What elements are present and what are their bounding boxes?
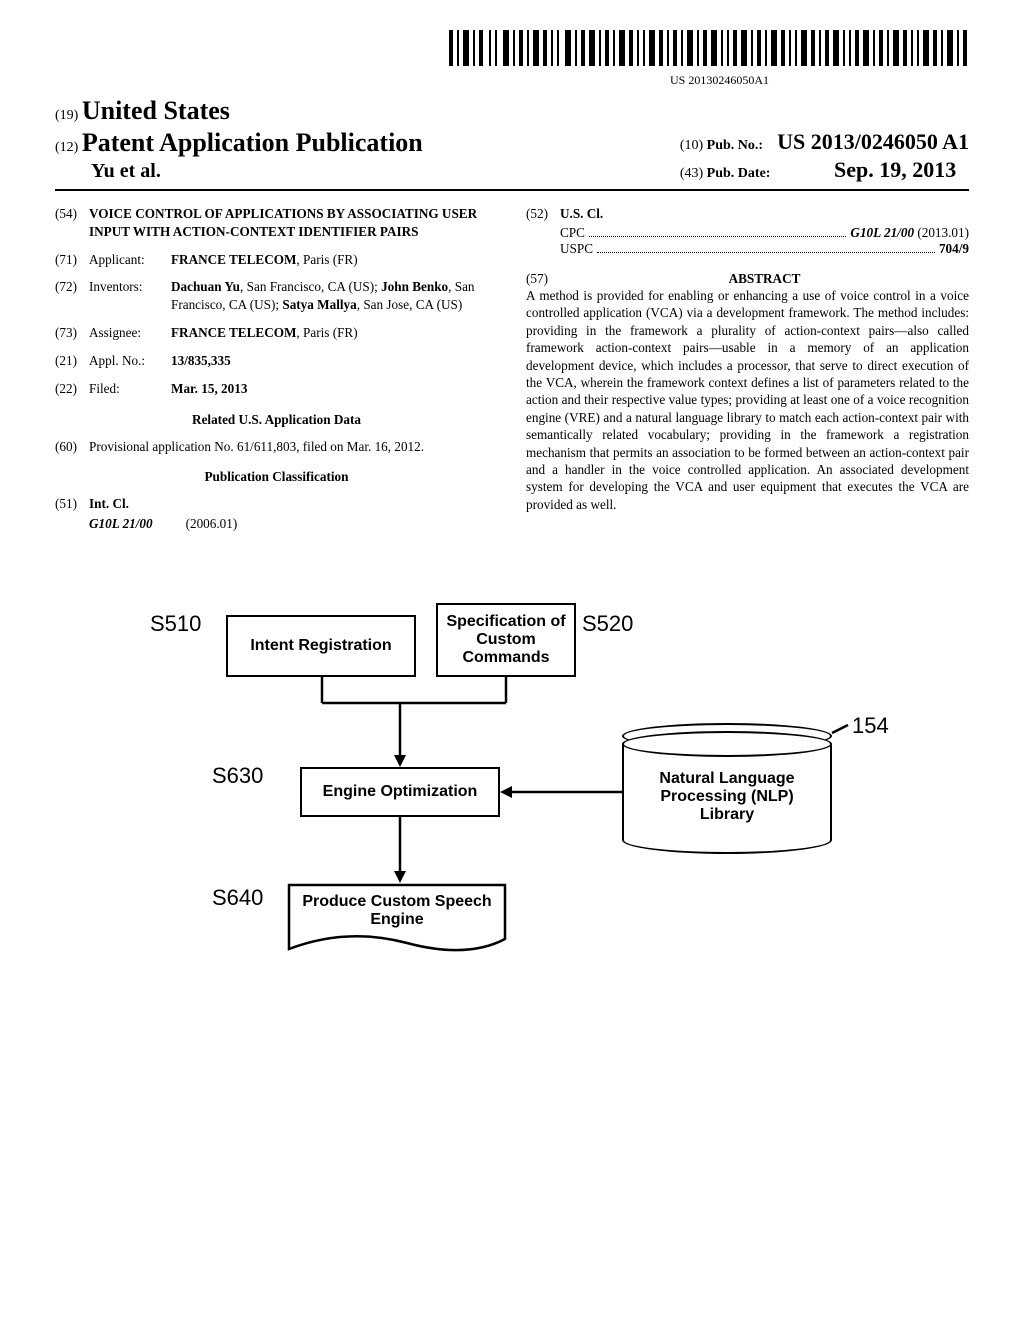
inventors-entry: (72) Inventors: Dachuan Yu, San Francisc… <box>55 278 498 314</box>
country: United States <box>82 96 230 125</box>
applicant-rest: , Paris (FR) <box>296 252 357 267</box>
filed-code: (22) <box>55 380 89 398</box>
uscl-entry: (52) U.S. Cl. <box>526 205 969 223</box>
applicant-entry: (71) Applicant: FRANCE TELECOM, Paris (F… <box>55 251 498 269</box>
dots-icon <box>589 236 846 237</box>
pubdate-label: Pub. Date: <box>707 166 771 181</box>
related-head: Related U.S. Application Data <box>55 412 498 428</box>
filed-entry: (22) Filed: Mar. 15, 2013 <box>55 380 498 398</box>
applno-label: Appl. No.: <box>89 352 171 370</box>
assignee-bold: FRANCE TELECOM <box>171 325 296 340</box>
abstract-head: ABSTRACT <box>560 271 969 287</box>
applicant-value: FRANCE TELECOM, Paris (FR) <box>171 251 498 269</box>
filed-label: Filed: <box>89 380 171 398</box>
header: (19) United States (12) Patent Applicati… <box>55 96 969 183</box>
intcl-date: (2006.01) <box>186 516 238 531</box>
pubno-value: US 2013/0246050 A1 <box>777 129 969 154</box>
header-authors: Yu et al. <box>91 160 423 183</box>
applno-value: 13/835,335 <box>171 352 498 370</box>
patent-page: US 20130246050A1 (19) United States (12)… <box>0 0 1024 1093</box>
header-rule <box>55 189 969 191</box>
cylinder-top-icon <box>622 731 832 757</box>
provisional-value: Provisional application No. 61/611,803, … <box>89 438 498 456</box>
pub-type: Patent Application Publication <box>82 128 423 157</box>
header-right: (10) Pub. No.: US 2013/0246050 A1 (43) P… <box>680 129 969 183</box>
uspc-row: USPC 704/9 <box>526 241 969 257</box>
uspc-trail: 704/9 <box>939 241 969 257</box>
assignee-code: (73) <box>55 324 89 342</box>
columns: (54) VOICE CONTROL OF APPLICATIONS BY AS… <box>55 205 969 543</box>
figure: S510 S520 S630 S640 154 Intent Registrat… <box>132 603 892 1053</box>
intcl-class-entry: G10L 21/00 (2006.01) <box>55 515 498 533</box>
abstract-head-row: (57) ABSTRACT <box>526 271 969 287</box>
intcl-label: Int. Cl. <box>89 495 498 513</box>
right-column: (52) U.S. Cl. CPC G10L 21/00 (2013.01) U… <box>526 205 969 543</box>
barcode-label: US 20130246050A1 <box>55 73 969 88</box>
applno-entry: (21) Appl. No.: 13/835,335 <box>55 352 498 370</box>
header-left: (19) United States (12) Patent Applicati… <box>55 96 423 183</box>
provisional-code: (60) <box>55 438 89 456</box>
pubclass-head: Publication Classification <box>55 469 498 485</box>
applicant-label: Applicant: <box>89 251 171 269</box>
assignee-entry: (73) Assignee: FRANCE TELECOM, Paris (FR… <box>55 324 498 342</box>
filed-value: Mar. 15, 2013 <box>171 380 498 398</box>
uspc-lead: USPC <box>560 241 593 257</box>
country-code: (19) <box>55 108 78 123</box>
cpc-row: CPC G10L 21/00 (2013.01) <box>526 225 969 241</box>
applno-code: (21) <box>55 352 89 370</box>
intcl-code: (51) <box>55 495 89 513</box>
title-value: VOICE CONTROL OF APPLICATIONS BY ASSOCIA… <box>89 205 498 241</box>
pubno-code: (10) <box>680 138 703 153</box>
assignee-rest: , Paris (FR) <box>296 325 357 340</box>
cpc-trail: G10L 21/00 (2013.01) <box>850 225 969 241</box>
pub-type-code: (12) <box>55 140 78 155</box>
applicant-code: (71) <box>55 251 89 269</box>
barcode-area: US 20130246050A1 <box>55 30 969 88</box>
assignee-label: Assignee: <box>89 324 171 342</box>
barcode-icon <box>449 30 969 66</box>
cpc-lead: CPC <box>560 225 585 241</box>
inventors-value: Dachuan Yu, San Francisco, CA (US); John… <box>171 278 498 314</box>
pubdate-value: Sep. 19, 2013 <box>834 157 956 182</box>
intcl-class: G10L 21/00 <box>89 516 153 531</box>
uscl-code: (52) <box>526 205 560 223</box>
title-entry: (54) VOICE CONTROL OF APPLICATIONS BY AS… <box>55 205 498 241</box>
inventors-code: (72) <box>55 278 89 314</box>
intcl-entry: (51) Int. Cl. <box>55 495 498 513</box>
intcl-class-row: G10L 21/00 (2006.01) <box>89 515 498 533</box>
left-column: (54) VOICE CONTROL OF APPLICATIONS BY AS… <box>55 205 498 543</box>
title-code: (54) <box>55 205 89 241</box>
abstract-code: (57) <box>526 271 560 287</box>
connectors-icon <box>132 603 892 1053</box>
provisional-entry: (60) Provisional application No. 61/611,… <box>55 438 498 456</box>
dots-icon <box>597 252 935 253</box>
inventors-label: Inventors: <box>89 278 171 314</box>
pubno-label: Pub. No.: <box>707 138 763 153</box>
abstract-body: A method is provided for enabling or enh… <box>526 287 969 513</box>
pubdate-code: (43) <box>680 166 703 181</box>
assignee-value: FRANCE TELECOM, Paris (FR) <box>171 324 498 342</box>
applicant-bold: FRANCE TELECOM <box>171 252 296 267</box>
uscl-label: U.S. Cl. <box>560 205 969 223</box>
